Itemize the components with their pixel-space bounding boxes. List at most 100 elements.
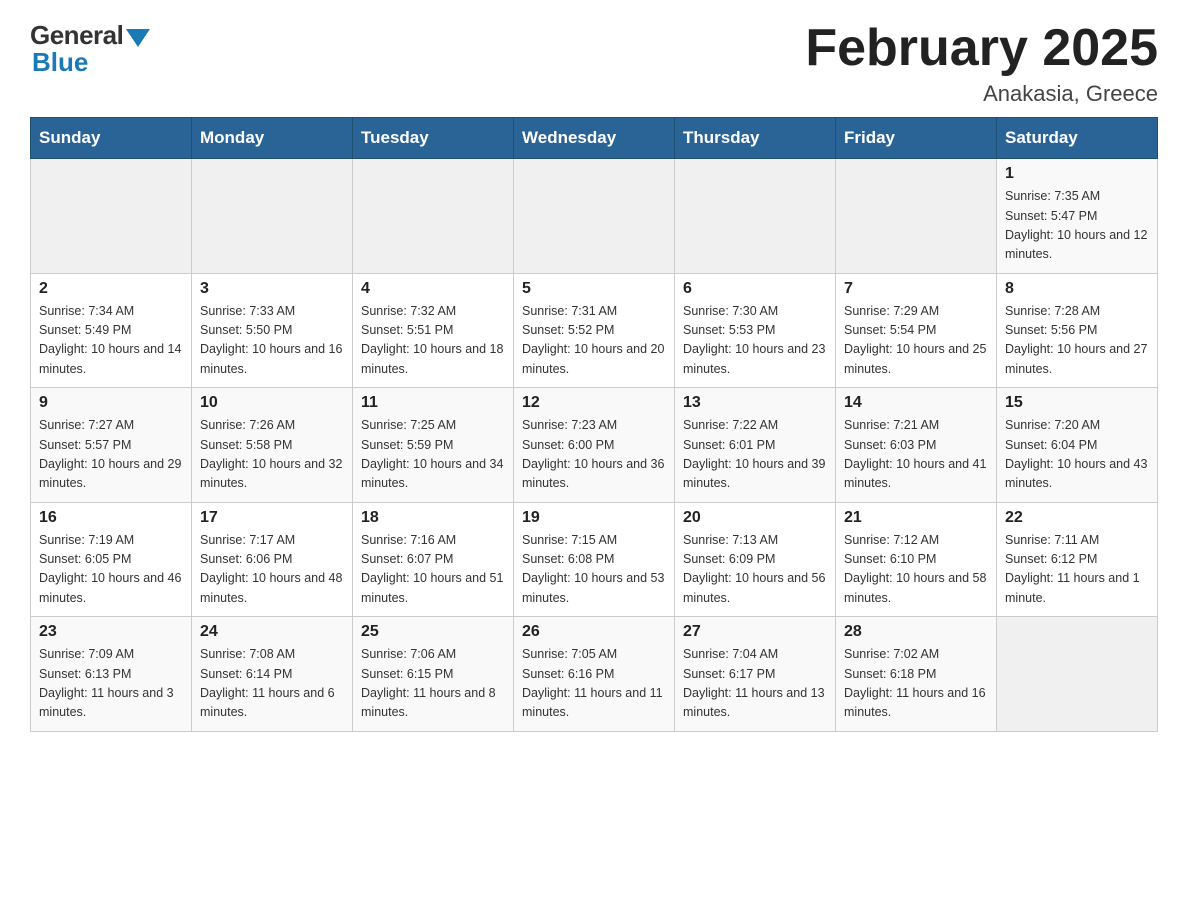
calendar-cell: 28Sunrise: 7:02 AMSunset: 6:18 PMDayligh…	[836, 617, 997, 732]
week-row-3: 9Sunrise: 7:27 AMSunset: 5:57 PMDaylight…	[31, 388, 1158, 503]
day-info: Sunrise: 7:35 AMSunset: 5:47 PMDaylight:…	[1005, 187, 1149, 265]
calendar-cell: 15 Sunrise: 7:20 AMSunset: 6:04 PMDayligh…	[997, 388, 1158, 503]
calendar-cell: 11 Sunrise: 7:25 AMSunset: 5:59 PMDayligh…	[353, 388, 514, 503]
day-number: 26	[522, 623, 666, 641]
page-header: General Blue February 2025 Anakasia, Gre…	[30, 20, 1158, 107]
day-info: Sunrise: 7:17 AMSunset: 6:06 PMDaylight:…	[200, 531, 344, 609]
weekday-header-sunday: Sunday	[31, 118, 192, 159]
calendar-cell: 8Sunrise: 7:28 AMSunset: 5:56 PMDaylight…	[997, 273, 1158, 388]
calendar-cell: 5Sunrise: 7:31 AMSunset: 5:52 PMDaylight…	[514, 273, 675, 388]
day-info: Sunrise: 7:29 AMSunset: 5:54 PMDaylight:…	[844, 302, 988, 380]
day-info: Sunrise: 7:28 AMSunset: 5:56 PMDaylight:…	[1005, 302, 1149, 380]
calendar-cell: 10 Sunrise: 7:26 AMSunset: 5:58 PMDayligh…	[192, 388, 353, 503]
day-number: 22	[1005, 509, 1149, 527]
day-number: 12	[522, 394, 666, 412]
day-info: Sunrise: 7:06 AMSunset: 6:15 PMDaylight:…	[361, 645, 505, 723]
day-number: 11	[361, 394, 505, 412]
day-number: 17	[200, 509, 344, 527]
calendar-cell: 17 Sunrise: 7:17 AMSunset: 6:06 PMDayligh…	[192, 502, 353, 617]
title-block: February 2025 Anakasia, Greece	[805, 20, 1158, 107]
day-number: 7	[844, 280, 988, 298]
calendar-cell: 19 Sunrise: 7:15 AMSunset: 6:08 PMDayligh…	[514, 502, 675, 617]
day-number: 1	[1005, 165, 1149, 183]
day-number: 4	[361, 280, 505, 298]
day-number: 15	[1005, 394, 1149, 412]
calendar-cell: 6Sunrise: 7:30 AMSunset: 5:53 PMDaylight…	[675, 273, 836, 388]
day-info: Sunrise: 7:32 AMSunset: 5:51 PMDaylight:…	[361, 302, 505, 380]
calendar-cell	[836, 159, 997, 274]
calendar-cell: 23 Sunrise: 7:09 AMSunset: 6:13 PMDayligh…	[31, 617, 192, 732]
day-info: Sunrise: 7:05 AMSunset: 6:16 PMDaylight:…	[522, 645, 666, 723]
week-row-2: 2 Sunrise: 7:34 AMSunset: 5:49 PMDaylight…	[31, 273, 1158, 388]
day-info: Sunrise: 7:21 AMSunset: 6:03 PMDaylight:…	[844, 416, 988, 494]
day-number: 18	[361, 509, 505, 527]
day-number: 6	[683, 280, 827, 298]
calendar-cell: 7 Sunrise: 7:29 AMSunset: 5:54 PMDaylight…	[836, 273, 997, 388]
day-number: 19	[522, 509, 666, 527]
calendar-cell: 14 Sunrise: 7:21 AMSunset: 6:03 PMDayligh…	[836, 388, 997, 503]
day-number: 14	[844, 394, 988, 412]
day-info: Sunrise: 7:15 AMSunset: 6:08 PMDaylight:…	[522, 531, 666, 609]
day-number: 23	[39, 623, 183, 641]
day-info: Sunrise: 7:12 AMSunset: 6:10 PMDaylight:…	[844, 531, 988, 609]
day-info: Sunrise: 7:33 AMSunset: 5:50 PMDaylight:…	[200, 302, 344, 380]
day-number: 21	[844, 509, 988, 527]
calendar-cell: 24 Sunrise: 7:08 AMSunset: 6:14 PMDayligh…	[192, 617, 353, 732]
day-info: Sunrise: 7:25 AMSunset: 5:59 PMDaylight:…	[361, 416, 505, 494]
day-info: Sunrise: 7:27 AMSunset: 5:57 PMDaylight:…	[39, 416, 183, 494]
calendar-cell: 25 Sunrise: 7:06 AMSunset: 6:15 PMDayligh…	[353, 617, 514, 732]
calendar-cell	[514, 159, 675, 274]
day-number: 25	[361, 623, 505, 641]
day-info: Sunrise: 7:34 AMSunset: 5:49 PMDaylight:…	[39, 302, 183, 380]
calendar-cell: 27 Sunrise: 7:04 AMSunset: 6:17 PMDayligh…	[675, 617, 836, 732]
calendar-cell	[353, 159, 514, 274]
weekday-header-row: SundayMondayTuesdayWednesdayThursdayFrid…	[31, 118, 1158, 159]
day-info: Sunrise: 7:22 AMSunset: 6:01 PMDaylight:…	[683, 416, 827, 494]
day-info: Sunrise: 7:04 AMSunset: 6:17 PMDaylight:…	[683, 645, 827, 723]
calendar-cell: 13Sunrise: 7:22 AMSunset: 6:01 PMDayligh…	[675, 388, 836, 503]
day-number: 27	[683, 623, 827, 641]
week-row-4: 16 Sunrise: 7:19 AMSunset: 6:05 PMDayligh…	[31, 502, 1158, 617]
day-info: Sunrise: 7:20 AMSunset: 6:04 PMDaylight:…	[1005, 416, 1149, 494]
day-number: 10	[200, 394, 344, 412]
logo-arrow-icon	[126, 29, 150, 47]
subtitle: Anakasia, Greece	[805, 81, 1158, 107]
day-number: 3	[200, 280, 344, 298]
calendar-cell: 9Sunrise: 7:27 AMSunset: 5:57 PMDaylight…	[31, 388, 192, 503]
calendar-cell: 16 Sunrise: 7:19 AMSunset: 6:05 PMDayligh…	[31, 502, 192, 617]
weekday-header-wednesday: Wednesday	[514, 118, 675, 159]
day-info: Sunrise: 7:11 AMSunset: 6:12 PMDaylight:…	[1005, 531, 1149, 609]
day-info: Sunrise: 7:26 AMSunset: 5:58 PMDaylight:…	[200, 416, 344, 494]
calendar-cell: 12 Sunrise: 7:23 AMSunset: 6:00 PMDayligh…	[514, 388, 675, 503]
day-number: 20	[683, 509, 827, 527]
calendar-cell: 20 Sunrise: 7:13 AMSunset: 6:09 PMDayligh…	[675, 502, 836, 617]
week-row-5: 23 Sunrise: 7:09 AMSunset: 6:13 PMDayligh…	[31, 617, 1158, 732]
day-info: Sunrise: 7:08 AMSunset: 6:14 PMDaylight:…	[200, 645, 344, 723]
weekday-header-saturday: Saturday	[997, 118, 1158, 159]
calendar-cell: 3 Sunrise: 7:33 AMSunset: 5:50 PMDaylight…	[192, 273, 353, 388]
logo-blue-text: Blue	[30, 47, 88, 78]
calendar-cell: 2 Sunrise: 7:34 AMSunset: 5:49 PMDaylight…	[31, 273, 192, 388]
main-title: February 2025	[805, 20, 1158, 77]
day-number: 5	[522, 280, 666, 298]
calendar-table: SundayMondayTuesdayWednesdayThursdayFrid…	[30, 117, 1158, 732]
weekday-header-friday: Friday	[836, 118, 997, 159]
day-number: 24	[200, 623, 344, 641]
calendar-cell: 18Sunrise: 7:16 AMSunset: 6:07 PMDayligh…	[353, 502, 514, 617]
calendar-cell	[997, 617, 1158, 732]
day-number: 16	[39, 509, 183, 527]
day-info: Sunrise: 7:09 AMSunset: 6:13 PMDaylight:…	[39, 645, 183, 723]
weekday-header-thursday: Thursday	[675, 118, 836, 159]
day-info: Sunrise: 7:23 AMSunset: 6:00 PMDaylight:…	[522, 416, 666, 494]
day-info: Sunrise: 7:19 AMSunset: 6:05 PMDaylight:…	[39, 531, 183, 609]
calendar-cell: 26 Sunrise: 7:05 AMSunset: 6:16 PMDayligh…	[514, 617, 675, 732]
day-info: Sunrise: 7:13 AMSunset: 6:09 PMDaylight:…	[683, 531, 827, 609]
calendar-cell: 21 Sunrise: 7:12 AMSunset: 6:10 PMDayligh…	[836, 502, 997, 617]
calendar-cell: 4 Sunrise: 7:32 AMSunset: 5:51 PMDaylight…	[353, 273, 514, 388]
week-row-1: 1 Sunrise: 7:35 AMSunset: 5:47 PMDaylight…	[31, 159, 1158, 274]
day-number: 2	[39, 280, 183, 298]
calendar-cell	[675, 159, 836, 274]
calendar-cell: 22 Sunrise: 7:11 AMSunset: 6:12 PMDayligh…	[997, 502, 1158, 617]
weekday-header-monday: Monday	[192, 118, 353, 159]
logo: General Blue	[30, 20, 150, 78]
